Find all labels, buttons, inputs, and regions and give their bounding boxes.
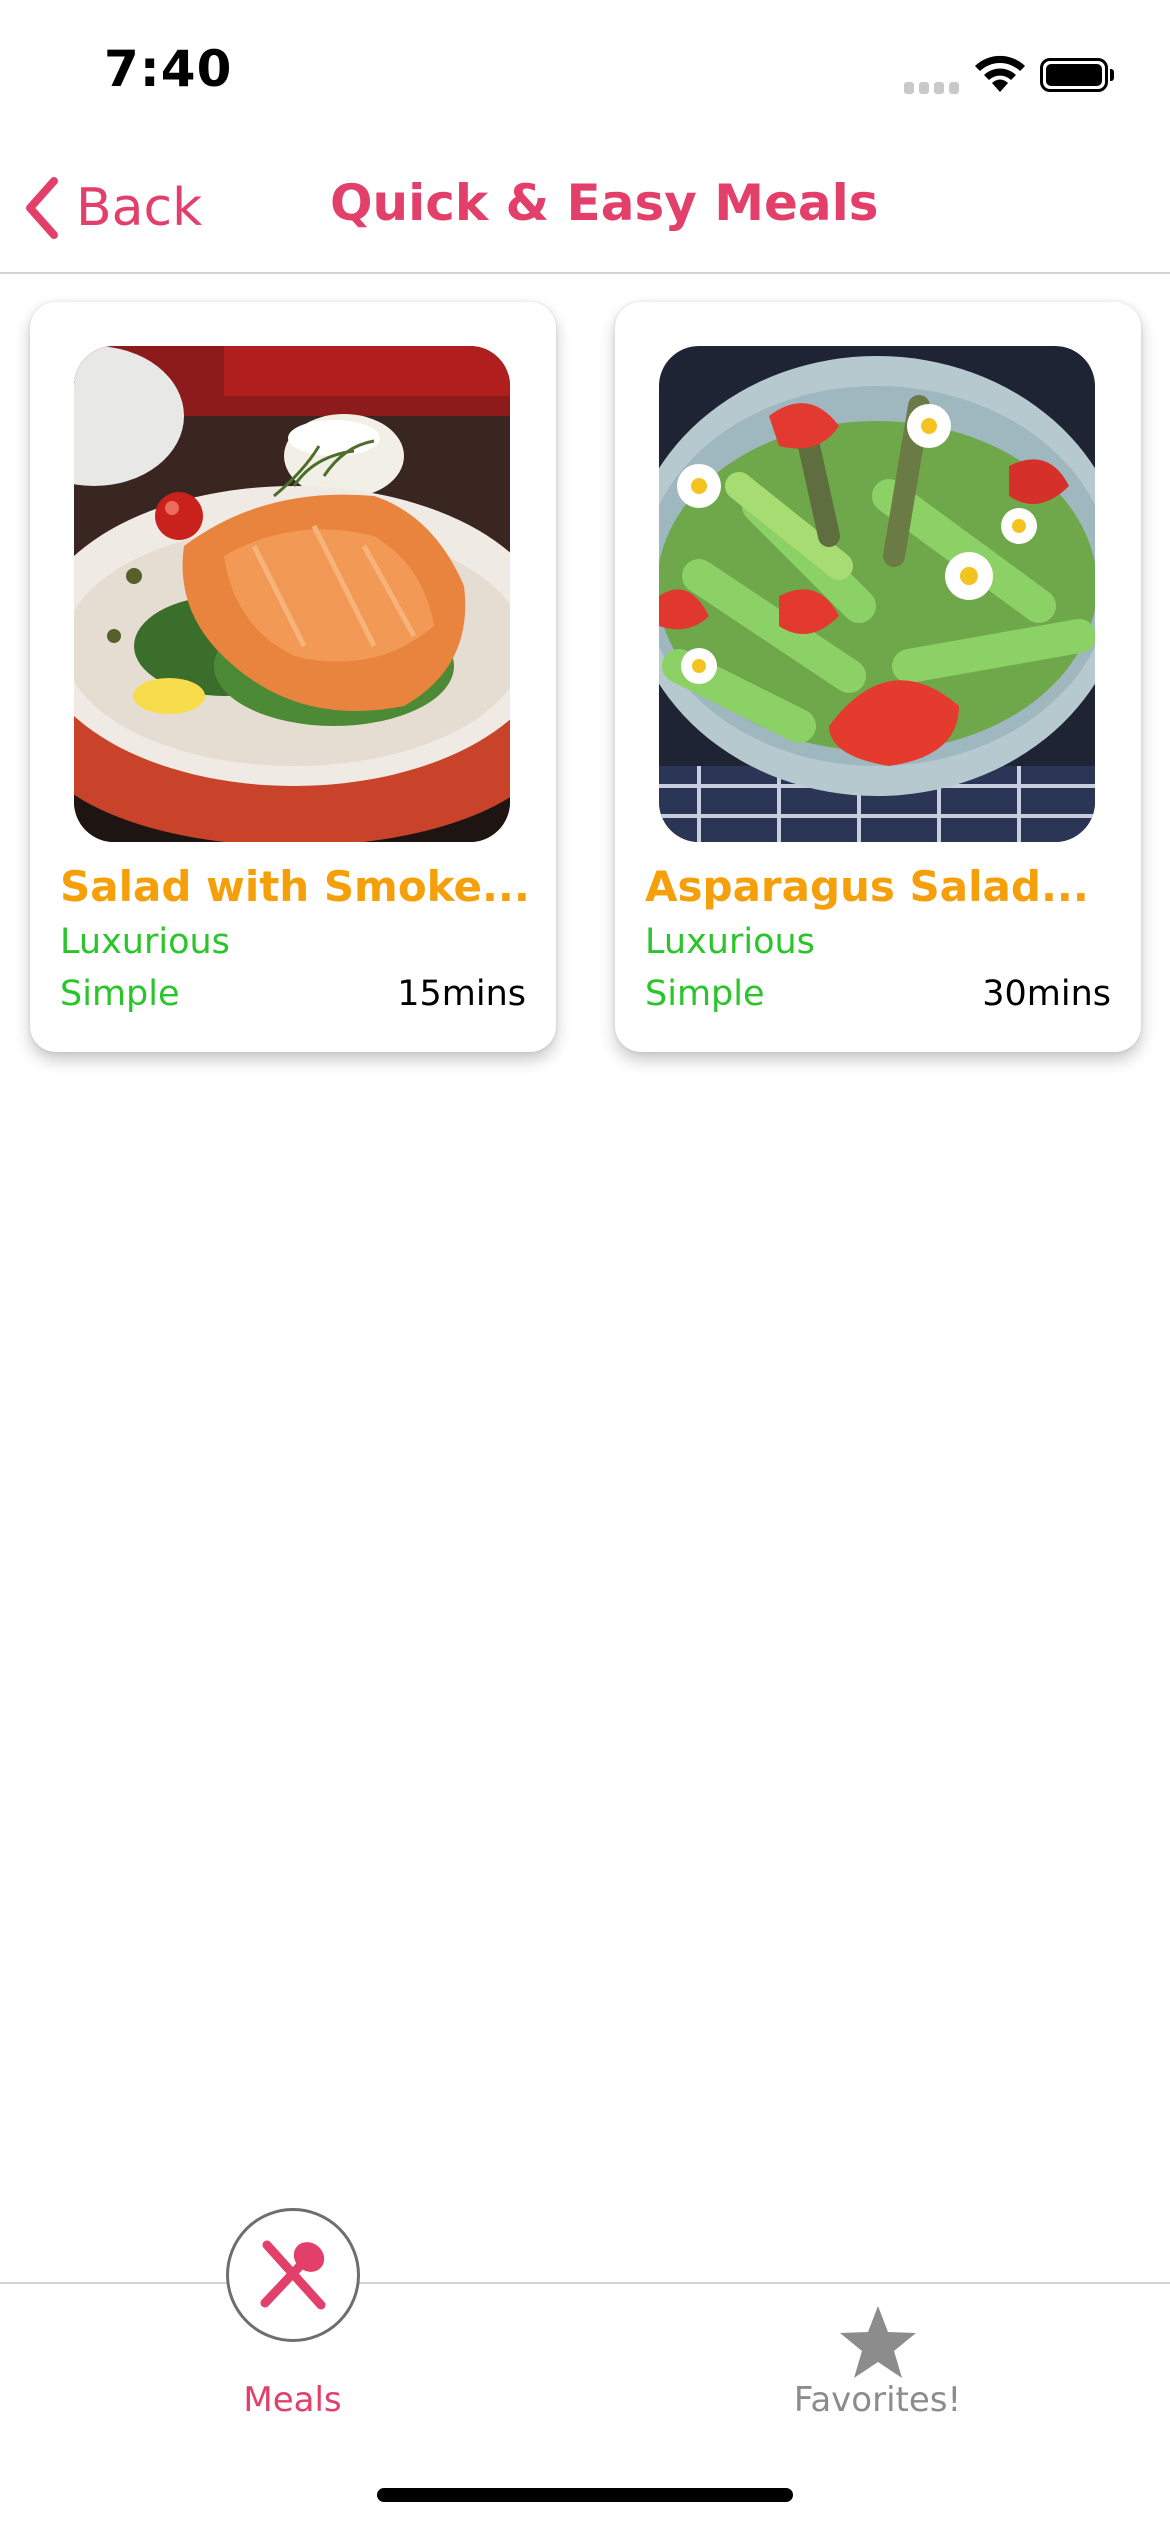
meal-title: Asparagus Salad... — [645, 862, 1089, 911]
tab-favorites[interactable]: Favorites! — [585, 2284, 1170, 2444]
meal-affordability: Luxurious — [60, 922, 230, 962]
meal-duration: 15mins — [397, 974, 526, 1014]
back-button[interactable]: Back — [20, 170, 202, 246]
chevron-left-icon — [26, 177, 58, 239]
wifi-icon — [975, 55, 1025, 92]
meal-image — [74, 346, 510, 842]
status-time: 7:40 — [104, 40, 233, 98]
meal-image — [659, 346, 1095, 842]
meals-tab-bubble[interactable] — [226, 2208, 360, 2342]
meal-card[interactable]: Salad with Smoke... Luxurious Simple 15m… — [30, 302, 556, 1052]
navigation-bar: Back Quick & Easy Meals — [0, 140, 1170, 274]
meal-duration: 30mins — [982, 974, 1111, 1014]
back-label: Back — [76, 178, 203, 238]
salmon-salad-photo — [74, 346, 510, 842]
meal-complexity: Simple — [60, 974, 180, 1014]
meal-card[interactable]: Asparagus Salad... Luxurious Simple 30mi… — [615, 302, 1141, 1052]
home-indicator — [377, 2488, 793, 2502]
tab-favorites-label: Favorites! — [793, 2380, 962, 2420]
cellular-signal-icon — [904, 82, 960, 94]
meal-title: Salad with Smoke... — [60, 862, 530, 911]
star-icon — [840, 2306, 916, 2378]
status-bar: 7:40 — [0, 0, 1170, 140]
asparagus-salad-photo — [659, 346, 1095, 842]
utensils-icon — [260, 2240, 326, 2310]
meal-complexity: Simple — [645, 974, 765, 1014]
tab-meals-label: Meals — [243, 2380, 342, 2420]
battery-icon — [1040, 58, 1114, 92]
page-title: Quick & Easy Meals — [330, 174, 879, 232]
meal-affordability: Luxurious — [645, 922, 815, 962]
